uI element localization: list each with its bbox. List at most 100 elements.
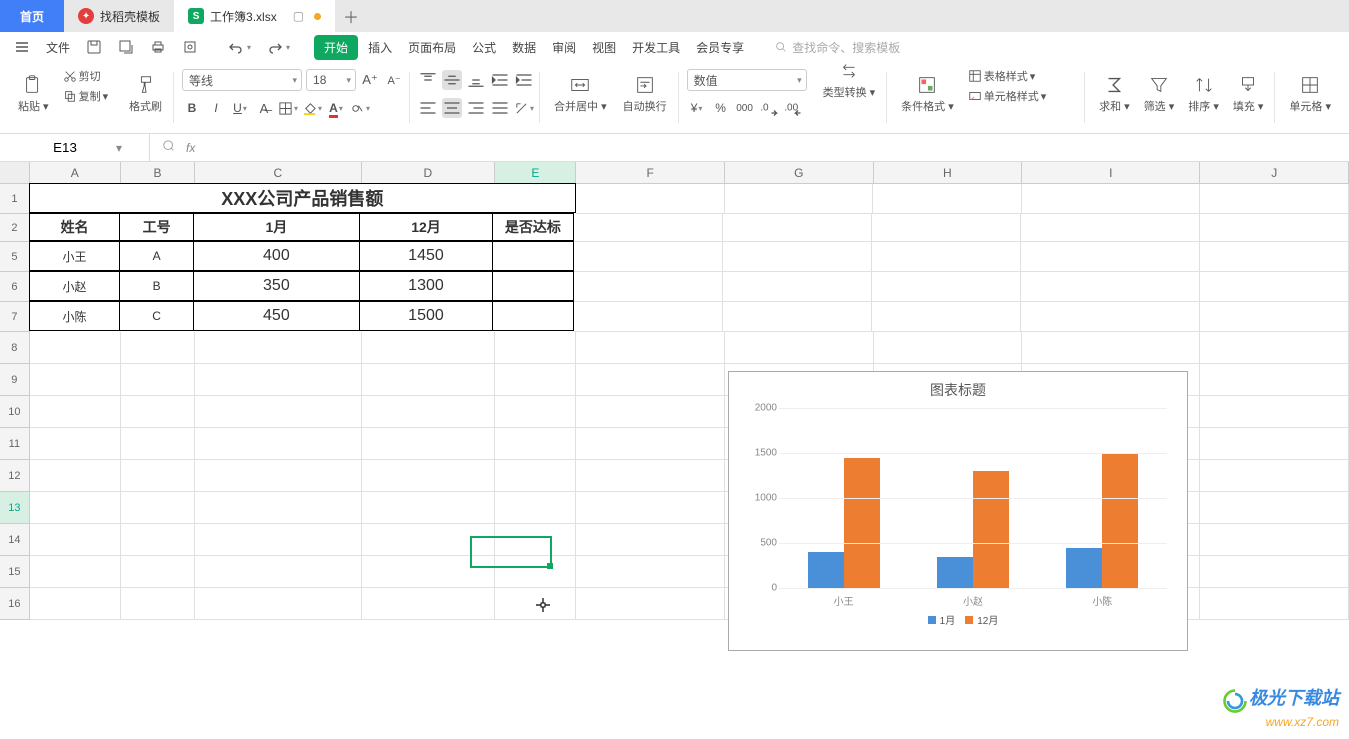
tab-workbook[interactable]: S 工作簿3.xlsx ▢ bbox=[174, 0, 335, 32]
embedded-chart[interactable]: 图表标题 0500100015002000 小王小赵小陈 1月12月 bbox=[728, 371, 1188, 651]
row-header[interactable]: 11 bbox=[0, 428, 30, 460]
cell[interactable]: 400 bbox=[193, 241, 360, 271]
cell[interactable]: 小赵 bbox=[29, 271, 120, 301]
cell[interactable] bbox=[576, 184, 725, 214]
menu-data[interactable]: 数据 bbox=[506, 35, 542, 60]
name-box-input[interactable] bbox=[20, 138, 110, 157]
cell[interactable]: 1月 bbox=[193, 213, 360, 241]
menu-member[interactable]: 会员专享 bbox=[690, 35, 750, 60]
copy-button[interactable]: 复制 ▾ bbox=[59, 86, 113, 106]
cell[interactable] bbox=[121, 396, 195, 428]
column-header-C[interactable]: C bbox=[195, 162, 361, 183]
spreadsheet-grid[interactable]: ABCDEFGHIJ 1XXX公司产品销售额2姓名工号1月12月是否达标5小王A… bbox=[0, 162, 1349, 722]
table-style-button[interactable]: 表格样式 ▾ bbox=[964, 66, 1040, 86]
cell[interactable] bbox=[1021, 214, 1200, 242]
cell[interactable] bbox=[495, 428, 576, 460]
conditional-format-button[interactable]: 条件格式 ▾ bbox=[895, 66, 960, 122]
cell[interactable] bbox=[576, 460, 725, 492]
redo-button[interactable]: ▾ bbox=[261, 35, 296, 59]
cell[interactable] bbox=[121, 492, 195, 524]
align-center-icon[interactable] bbox=[442, 98, 462, 118]
number-format-select[interactable]: 数值▾ bbox=[687, 69, 807, 91]
column-header-G[interactable]: G bbox=[725, 162, 874, 183]
cell[interactable]: 1300 bbox=[359, 271, 493, 301]
align-top-icon[interactable] bbox=[418, 70, 438, 90]
cell[interactable] bbox=[30, 556, 121, 588]
cell[interactable] bbox=[1200, 332, 1349, 364]
cell[interactable] bbox=[121, 460, 195, 492]
menu-file[interactable]: 文件 bbox=[40, 35, 76, 60]
fx-icon[interactable]: fx bbox=[186, 141, 195, 155]
row-header[interactable]: 12 bbox=[0, 460, 30, 492]
cell[interactable] bbox=[874, 332, 1023, 364]
cell[interactable] bbox=[121, 364, 195, 396]
row-header[interactable]: 6 bbox=[0, 272, 30, 302]
column-header-B[interactable]: B bbox=[121, 162, 195, 183]
increase-decimal-icon[interactable]: .0 bbox=[759, 98, 779, 118]
column-header-F[interactable]: F bbox=[576, 162, 725, 183]
row-header[interactable]: 13 bbox=[0, 492, 30, 524]
column-header-E[interactable]: E bbox=[495, 162, 576, 183]
cell[interactable] bbox=[30, 396, 121, 428]
wrap-text-button[interactable]: 自动换行 bbox=[617, 66, 673, 122]
cell[interactable] bbox=[723, 272, 872, 302]
cell[interactable] bbox=[872, 272, 1021, 302]
row-header[interactable]: 2 bbox=[0, 214, 30, 242]
menu-view[interactable]: 视图 bbox=[586, 35, 622, 60]
cell[interactable] bbox=[1200, 428, 1349, 460]
orientation-icon[interactable]: ▾ bbox=[514, 98, 534, 118]
cell[interactable] bbox=[362, 428, 496, 460]
cell[interactable]: 350 bbox=[193, 271, 360, 301]
row-header[interactable]: 5 bbox=[0, 242, 30, 272]
cell[interactable]: C bbox=[119, 301, 194, 331]
align-bottom-icon[interactable] bbox=[466, 70, 486, 90]
save-icon[interactable] bbox=[80, 35, 108, 59]
cell-style-button[interactable]: 单元格样式 ▾ bbox=[964, 86, 1051, 106]
cell[interactable] bbox=[1200, 492, 1349, 524]
cell[interactable] bbox=[30, 460, 121, 492]
cell[interactable] bbox=[1200, 460, 1349, 492]
cell[interactable] bbox=[195, 492, 361, 524]
cell[interactable] bbox=[195, 364, 361, 396]
cell[interactable] bbox=[1021, 272, 1200, 302]
cell[interactable]: 1500 bbox=[359, 301, 493, 331]
justify-icon[interactable] bbox=[490, 98, 510, 118]
add-tab-button[interactable]: ＋ bbox=[335, 0, 367, 32]
cell[interactable] bbox=[574, 272, 723, 302]
cell[interactable] bbox=[362, 396, 496, 428]
cell[interactable] bbox=[492, 301, 574, 331]
cell[interactable] bbox=[1200, 272, 1349, 302]
cell[interactable] bbox=[30, 364, 121, 396]
row-header[interactable]: 9 bbox=[0, 364, 30, 396]
cell[interactable] bbox=[362, 492, 496, 524]
cancel-formula-icon[interactable] bbox=[162, 139, 176, 156]
currency-icon[interactable]: ¥▾ bbox=[687, 98, 707, 118]
phonetic-button[interactable]: ▾ bbox=[350, 98, 370, 118]
cell[interactable]: XXX公司产品销售额 bbox=[29, 183, 576, 213]
cell[interactable] bbox=[1200, 524, 1349, 556]
menu-start[interactable]: 开始 bbox=[314, 35, 358, 60]
cell[interactable] bbox=[1200, 588, 1349, 620]
cell[interactable] bbox=[495, 492, 576, 524]
cell[interactable] bbox=[576, 364, 725, 396]
cell[interactable] bbox=[362, 524, 496, 556]
align-middle-icon[interactable] bbox=[442, 70, 462, 90]
name-box-dropdown[interactable]: ▾ bbox=[110, 141, 128, 155]
cell[interactable] bbox=[30, 588, 121, 620]
cell[interactable]: 小陈 bbox=[29, 301, 120, 331]
cell[interactable] bbox=[574, 302, 723, 332]
decrease-font-icon[interactable]: A⁻ bbox=[384, 70, 404, 90]
cell[interactable]: B bbox=[119, 271, 194, 301]
underline-button[interactable]: U▾ bbox=[230, 98, 250, 118]
cell[interactable] bbox=[495, 460, 576, 492]
fill-color-button[interactable]: ▾ bbox=[302, 98, 322, 118]
cell[interactable] bbox=[1200, 184, 1349, 214]
cell[interactable] bbox=[492, 241, 574, 271]
sort-button[interactable]: 排序 ▾ bbox=[1182, 66, 1225, 122]
cell[interactable] bbox=[574, 242, 723, 272]
cell[interactable] bbox=[1200, 556, 1349, 588]
font-name-select[interactable]: 等线▾ bbox=[182, 69, 302, 91]
cell[interactable]: 小王 bbox=[29, 241, 120, 271]
cell[interactable] bbox=[121, 556, 195, 588]
cell[interactable]: A bbox=[119, 241, 194, 271]
